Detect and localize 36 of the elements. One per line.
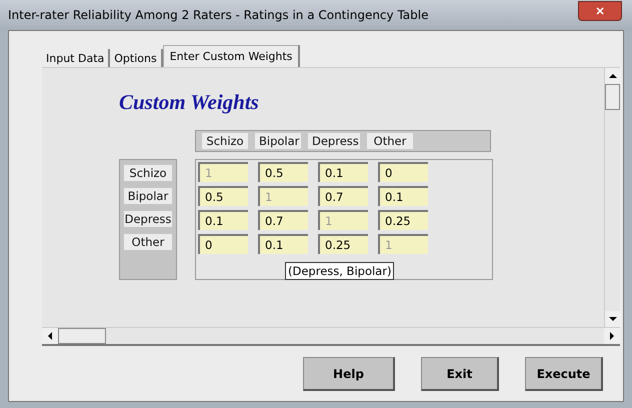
window-title: Inter-rater Reliability Among 2 Raters - Ratings in a Contingency Table: [8, 8, 428, 22]
tooltip: (Depress, Bipolar): [285, 262, 394, 280]
weight-field[interactable]: 0.25: [318, 234, 368, 254]
dialog-button[interactable]: Exit: [421, 357, 499, 391]
row-label: Schizo: [124, 165, 172, 181]
close-button[interactable]: ✕: [578, 1, 622, 21]
scroll-right-icon[interactable]: [604, 328, 620, 344]
scroll-up-icon[interactable]: [605, 68, 621, 84]
weight-field[interactable]: 0.1: [318, 162, 368, 182]
heading: Custom Weights: [119, 90, 260, 116]
scroll-down-icon[interactable]: [605, 311, 621, 327]
weight-field[interactable]: 0.5: [198, 186, 248, 206]
weight-field[interactable]: 0.1: [258, 234, 308, 254]
scroll-thumb[interactable]: [58, 328, 106, 344]
weight-field[interactable]: 0.7: [258, 210, 308, 230]
weight-field[interactable]: 0: [198, 234, 248, 254]
row-label: Depress: [124, 211, 172, 227]
weight-field[interactable]: 0.25: [378, 210, 428, 230]
tab[interactable]: Enter Custom Weights: [162, 45, 300, 67]
scroll-left-icon[interactable]: [42, 328, 58, 344]
column-label: Schizo: [202, 133, 248, 149]
column-label: Other: [367, 133, 413, 149]
dialog-button[interactable]: Execute: [525, 357, 603, 391]
weight-field[interactable]: 0.1: [198, 210, 248, 230]
column-label: Bipolar: [255, 133, 301, 149]
weight-field[interactable]: 0.5: [258, 162, 308, 182]
weight-field[interactable]: 0: [378, 162, 428, 182]
scroll-thumb[interactable]: [605, 84, 620, 110]
horizontal-scrollbar[interactable]: [42, 327, 620, 344]
weight-field[interactable]: 0.1: [378, 186, 428, 206]
weight-field[interactable]: 0.7: [318, 186, 368, 206]
row-label: Other: [124, 234, 172, 250]
column-label: Depress: [308, 133, 360, 149]
vertical-scrollbar[interactable]: [604, 68, 620, 327]
row-label: Bipolar: [124, 188, 172, 204]
dialog-button[interactable]: Help: [303, 357, 395, 391]
